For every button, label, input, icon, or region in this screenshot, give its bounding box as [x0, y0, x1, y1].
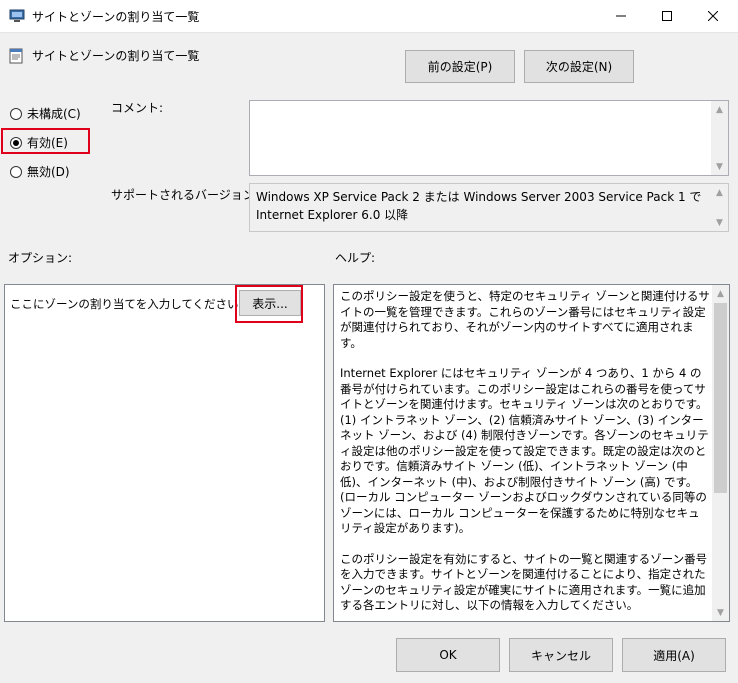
radio-enabled[interactable]: 有効(E) — [10, 134, 68, 151]
radio-label: 未構成(C) — [27, 107, 81, 121]
apply-button[interactable]: 適用(A) — [622, 638, 726, 672]
help-text: このポリシー設定を使うと、特定のセキュリティ ゾーンと関連付けるサイトの一覧を管… — [340, 289, 710, 621]
ok-button[interactable]: OK — [396, 638, 500, 672]
radio-circle[interactable] — [10, 107, 22, 120]
scroll-up-icon[interactable]: ▲ — [711, 101, 728, 118]
supported-versions-label: サポートされるバージョン: — [111, 188, 259, 202]
cancel-button[interactable]: キャンセル — [509, 638, 613, 672]
close-button[interactable] — [690, 0, 736, 32]
radio-circle[interactable] — [10, 165, 22, 178]
help-scrollbar[interactable]: ▲ ▼ — [712, 285, 729, 621]
options-panel: ここにゾーンの割り当てを入力してください。 表示... — [4, 284, 325, 622]
comment-textarea[interactable]: ▲ ▼ — [249, 100, 729, 176]
help-scroll-thumb[interactable] — [714, 303, 727, 493]
supported-scrollbar[interactable]: ▲ ▼ — [711, 184, 728, 231]
help-panel: このポリシー設定を使うと、特定のセキュリティ ゾーンと関連付けるサイトの一覧を管… — [333, 284, 730, 622]
radio-not-configured[interactable]: 未構成(C) — [10, 105, 81, 122]
radio-disabled[interactable]: 無効(D) — [10, 163, 70, 180]
scroll-up-icon[interactable]: ▲ — [711, 184, 728, 201]
radio-label: 有効(E) — [27, 136, 68, 150]
scroll-down-icon[interactable]: ▼ — [711, 158, 728, 175]
close-icon — [708, 11, 718, 21]
setting-icon — [9, 48, 23, 64]
options-label: オプション: — [8, 251, 73, 265]
title-bar: サイトとゾーンの割り当て一覧 — [0, 0, 738, 33]
policy-app-icon — [9, 9, 25, 22]
radio-circle[interactable] — [10, 136, 22, 149]
radio-label: 無効(D) — [27, 165, 70, 179]
scroll-down-icon[interactable]: ▼ — [711, 214, 728, 231]
prev-setting-button[interactable]: 前の設定(P) — [405, 50, 515, 83]
help-paragraph: Internet Explorer にはセキュリティ ゾーンが 4 つあり、1 … — [340, 366, 709, 535]
help-paragraph: このポリシー設定を使うと、特定のセキュリティ ゾーンと関連付けるサイトの一覧を管… — [340, 289, 710, 350]
next-setting-button[interactable]: 次の設定(N) — [524, 50, 634, 83]
window-title: サイトとゾーンの割り当て一覧 — [32, 10, 200, 24]
supported-versions-box: Windows XP Service Pack 2 または Windows Se… — [249, 183, 729, 232]
highlight-box-show — [235, 285, 303, 323]
maximize-icon — [662, 11, 672, 21]
zone-prompt: ここにゾーンの割り当てを入力してください。 — [10, 297, 251, 311]
help-paragraph: このポリシー設定を有効にすると、サイトの一覧と関連するゾーン番号を入力できます。… — [340, 551, 708, 613]
minimize-icon — [616, 15, 626, 17]
scroll-down-icon[interactable]: ▼ — [712, 604, 729, 621]
scroll-up-icon[interactable]: ▲ — [712, 285, 729, 302]
comment-scrollbar[interactable]: ▲ ▼ — [711, 101, 728, 175]
setting-title: サイトとゾーンの割り当て一覧 — [32, 49, 200, 63]
comment-label: コメント: — [111, 101, 164, 115]
supported-versions-value: Windows XP Service Pack 2 または Windows Se… — [256, 190, 702, 222]
minimize-button[interactable] — [598, 0, 644, 32]
maximize-button[interactable] — [644, 0, 690, 32]
help-label: ヘルプ: — [335, 251, 376, 265]
